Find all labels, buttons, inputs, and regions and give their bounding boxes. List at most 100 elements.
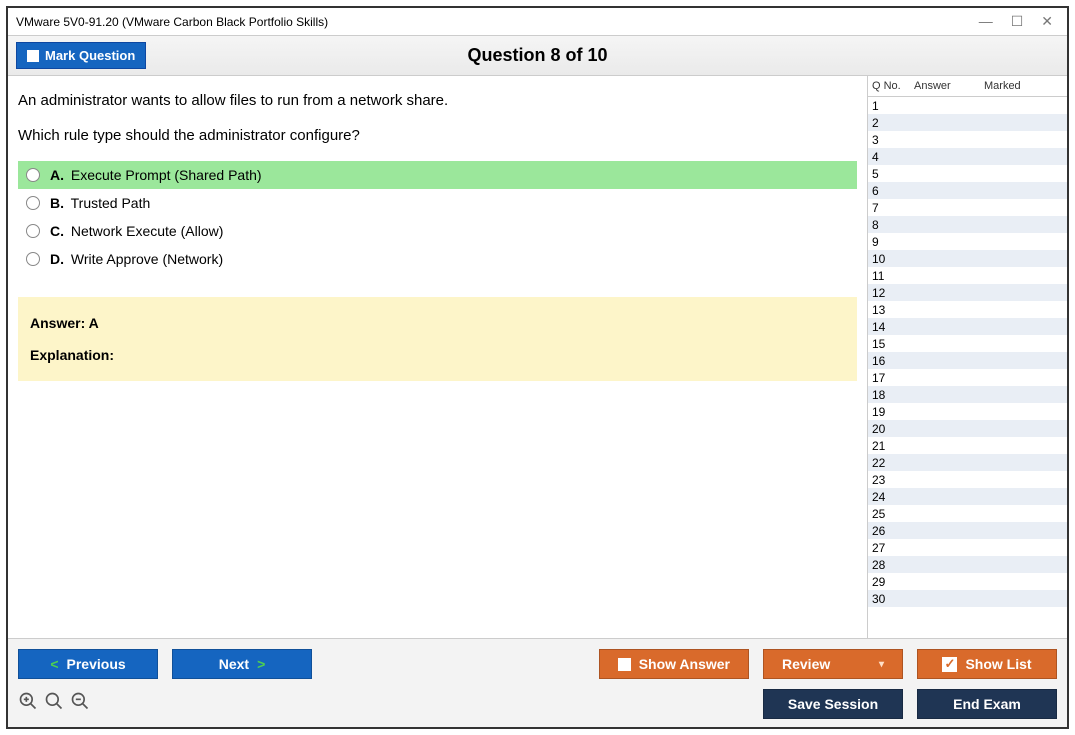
question-list-row[interactable]: 7 xyxy=(868,199,1067,216)
save-session-button[interactable]: Save Session xyxy=(763,689,903,719)
previous-label: Previous xyxy=(67,656,126,672)
question-list-row[interactable]: 16 xyxy=(868,352,1067,369)
question-list-row[interactable]: 13 xyxy=(868,301,1067,318)
option-label: B. Trusted Path xyxy=(50,195,150,211)
question-list-row[interactable]: 11 xyxy=(868,267,1067,284)
question-list-row[interactable]: 2 xyxy=(868,114,1067,131)
answer-box: Answer: A Explanation: xyxy=(18,297,857,381)
row-qno: 23 xyxy=(872,473,914,487)
question-list-row[interactable]: 9 xyxy=(868,233,1067,250)
chevron-down-icon: ▾ xyxy=(879,659,884,670)
question-list-row[interactable]: 25 xyxy=(868,505,1067,522)
row-qno: 30 xyxy=(872,592,914,606)
question-list-row[interactable]: 12 xyxy=(868,284,1067,301)
question-list-row[interactable]: 6 xyxy=(868,182,1067,199)
question-list-row[interactable]: 21 xyxy=(868,437,1067,454)
radio-icon xyxy=(26,252,40,266)
row-qno: 29 xyxy=(872,575,914,589)
radio-icon xyxy=(26,196,40,210)
question-list-row[interactable]: 8 xyxy=(868,216,1067,233)
row-qno: 4 xyxy=(872,150,914,164)
show-list-label: Show List xyxy=(965,656,1031,672)
question-list[interactable]: 1234567891011121314151617181920212223242… xyxy=(868,97,1067,638)
row-qno: 28 xyxy=(872,558,914,572)
answer-option[interactable]: B. Trusted Path xyxy=(18,189,857,217)
chevron-right-icon: > xyxy=(257,656,265,672)
question-list-row[interactable]: 19 xyxy=(868,403,1067,420)
question-list-row[interactable]: 15 xyxy=(868,335,1067,352)
row-qno: 9 xyxy=(872,235,914,249)
question-list-row[interactable]: 22 xyxy=(868,454,1067,471)
minimize-icon[interactable]: — xyxy=(979,13,993,30)
option-label: A. Execute Prompt (Shared Path) xyxy=(50,167,262,183)
question-list-row[interactable]: 24 xyxy=(868,488,1067,505)
row-qno: 18 xyxy=(872,388,914,402)
question-list-header: Q No. Answer Marked xyxy=(868,76,1067,97)
question-list-row[interactable]: 29 xyxy=(868,573,1067,590)
question-list-row[interactable]: 20 xyxy=(868,420,1067,437)
col-marked: Marked xyxy=(984,80,1067,92)
row-qno: 22 xyxy=(872,456,914,470)
app-window: VMware 5V0-91.20 (VMware Carbon Black Po… xyxy=(6,6,1069,729)
question-counter: Question 8 of 10 xyxy=(8,45,1067,66)
question-list-row[interactable]: 18 xyxy=(868,386,1067,403)
zoom-in-icon[interactable] xyxy=(18,691,38,717)
row-qno: 12 xyxy=(872,286,914,300)
question-list-row[interactable]: 5 xyxy=(868,165,1067,182)
row-qno: 19 xyxy=(872,405,914,419)
question-list-panel: Q No. Answer Marked 12345678910111213141… xyxy=(867,76,1067,638)
row-qno: 1 xyxy=(872,99,914,113)
question-list-row[interactable]: 28 xyxy=(868,556,1067,573)
col-answer: Answer xyxy=(914,80,984,92)
mark-question-button[interactable]: Mark Question xyxy=(16,42,146,69)
row-qno: 16 xyxy=(872,354,914,368)
option-label: C. Network Execute (Allow) xyxy=(50,223,223,239)
row-qno: 2 xyxy=(872,116,914,130)
previous-button[interactable]: < Previous xyxy=(18,649,158,679)
zoom-out-icon[interactable] xyxy=(70,691,90,717)
question-line-2: Which rule type should the administrator… xyxy=(18,125,857,148)
review-label: Review xyxy=(782,656,830,672)
answer-option[interactable]: A. Execute Prompt (Shared Path) xyxy=(18,161,857,189)
end-exam-button[interactable]: End Exam xyxy=(917,689,1057,719)
row-qno: 24 xyxy=(872,490,914,504)
row-qno: 13 xyxy=(872,303,914,317)
show-list-button[interactable]: ✓ Show List xyxy=(917,649,1057,679)
question-list-row[interactable]: 23 xyxy=(868,471,1067,488)
question-list-row[interactable]: 4 xyxy=(868,148,1067,165)
row-qno: 25 xyxy=(872,507,914,521)
question-list-row[interactable]: 3 xyxy=(868,131,1067,148)
question-list-row[interactable]: 14 xyxy=(868,318,1067,335)
show-answer-button[interactable]: Show Answer xyxy=(599,649,749,679)
show-answer-label: Show Answer xyxy=(639,656,730,672)
question-line-1: An administrator wants to allow files to… xyxy=(18,90,857,113)
review-button[interactable]: Review ▾ xyxy=(763,649,903,679)
next-button[interactable]: Next > xyxy=(172,649,312,679)
save-session-label: Save Session xyxy=(788,696,878,712)
question-list-row[interactable]: 26 xyxy=(868,522,1067,539)
explanation-label: Explanation: xyxy=(30,347,845,363)
answer-option[interactable]: D. Write Approve (Network) xyxy=(18,245,857,273)
question-list-row[interactable]: 1 xyxy=(868,97,1067,114)
radio-icon xyxy=(26,224,40,238)
footer-row-buttons: < Previous Next > Show Answer Review ▾ ✓… xyxy=(18,649,1057,679)
radio-icon xyxy=(26,168,40,182)
zoom-reset-icon[interactable] xyxy=(44,691,64,717)
question-list-row[interactable]: 30 xyxy=(868,590,1067,607)
question-text: An administrator wants to allow files to… xyxy=(18,90,857,147)
question-list-row[interactable]: 10 xyxy=(868,250,1067,267)
question-list-row[interactable]: 27 xyxy=(868,539,1067,556)
answer-label: Answer: A xyxy=(30,315,845,331)
answer-option[interactable]: C. Network Execute (Allow) xyxy=(18,217,857,245)
maximize-icon[interactable]: ☐ xyxy=(1011,13,1024,30)
row-qno: 7 xyxy=(872,201,914,215)
checkbox-checked-icon: ✓ xyxy=(942,657,957,672)
close-icon[interactable]: ✕ xyxy=(1041,13,1053,30)
zoom-controls xyxy=(18,691,90,717)
question-list-row[interactable]: 17 xyxy=(868,369,1067,386)
body: An administrator wants to allow files to… xyxy=(8,76,1067,638)
row-qno: 6 xyxy=(872,184,914,198)
row-qno: 21 xyxy=(872,439,914,453)
row-qno: 14 xyxy=(872,320,914,334)
row-qno: 27 xyxy=(872,541,914,555)
